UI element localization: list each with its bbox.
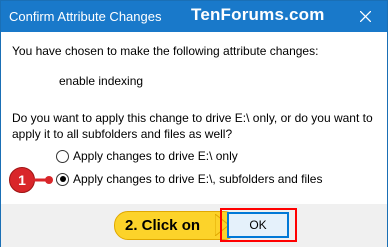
radio-button-unchecked[interactable]: [56, 149, 69, 163]
watermark-text: TenForums.com: [191, 5, 325, 24]
intro-text: You have chosen to make the following at…: [12, 44, 319, 58]
radio-option-drive-only[interactable]: Apply changes to drive E:\ only: [56, 149, 238, 163]
window-title: Confirm Attribute Changes: [9, 9, 162, 24]
title-bar[interactable]: Confirm Attribute Changes TenForums.com: [1, 1, 387, 32]
close-button[interactable]: [343, 1, 387, 32]
ok-button[interactable]: OK: [227, 212, 289, 238]
radio-option-label: Apply changes to drive E:\ only: [73, 149, 238, 163]
step-1-badge: 1: [9, 167, 35, 193]
close-icon: [359, 11, 371, 22]
radio-option-label: Apply changes to drive E:\, subfolders a…: [73, 172, 323, 186]
confirm-attribute-changes-dialog: Confirm Attribute Changes TenForums.com …: [0, 0, 388, 247]
change-item: enable indexing: [59, 74, 144, 88]
radio-button-checked[interactable]: [56, 172, 69, 186]
question-text: Do you want to apply this change to driv…: [12, 111, 373, 141]
pointer-arrow-icon: [34, 176, 53, 184]
radio-option-subfolders-and-files[interactable]: Apply changes to drive E:\, subfolders a…: [56, 172, 322, 186]
